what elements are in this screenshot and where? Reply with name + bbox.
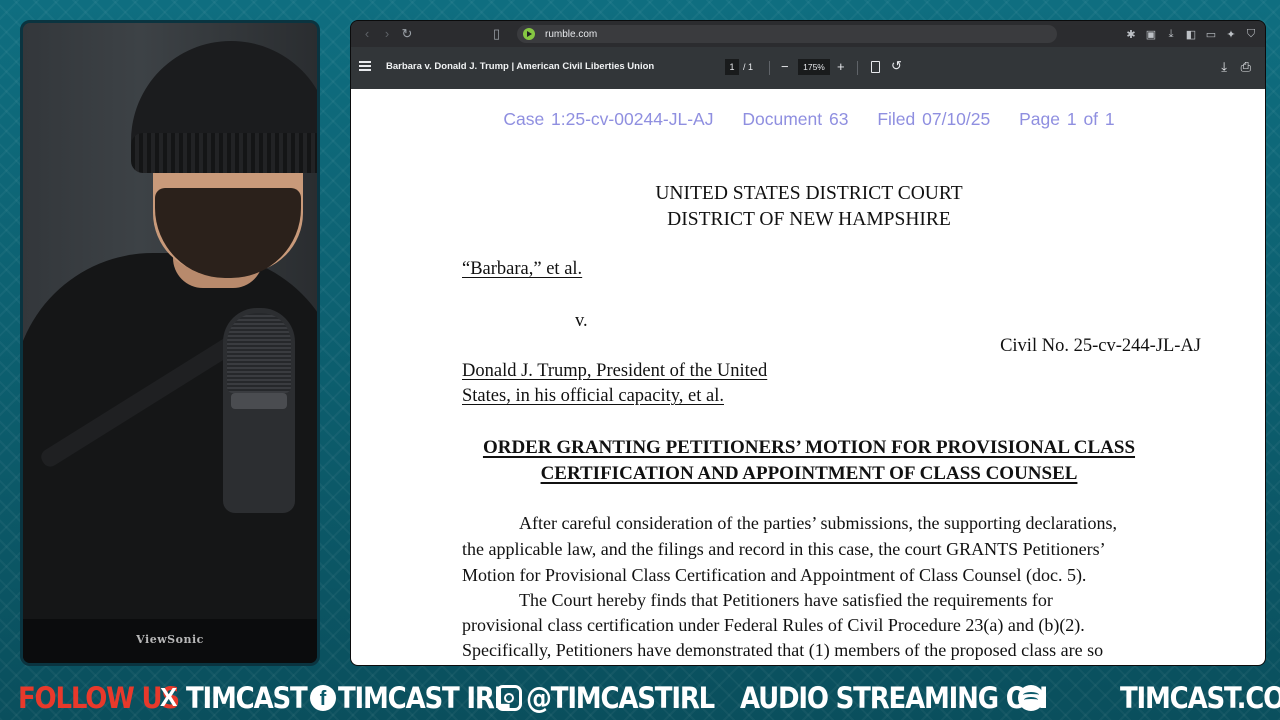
address-bar: ‹ › ↻ ▯ rumble.com ✱ ▣ ⤓ ◧ ▭ ✦ ⛉ <box>351 21 1265 47</box>
pdf-title: Barbara v. Donald J. Trump | American Ci… <box>386 61 655 72</box>
wallet-icon[interactable]: ▭ <box>1205 28 1217 41</box>
body-line: Specifically, Petitioners have demonstra… <box>462 640 1104 660</box>
reload-icon[interactable]: ↻ <box>397 21 417 47</box>
order-heading: ORDER GRANTING PETITIONERS’ MOTION FOR P… <box>351 435 1265 487</box>
x-handle: TIMCAST <box>186 682 308 716</box>
stamp-document: Document 63 <box>742 109 849 129</box>
stamp-page: Page 1 of 1 <box>1019 109 1115 129</box>
pdf-toolbar: Barbara v. Donald J. Trump | American Ci… <box>351 47 1265 89</box>
ai-icon[interactable]: ✦ <box>1225 28 1237 41</box>
tab-search-icon[interactable]: ▣ <box>1145 28 1157 41</box>
defendant-line-2: States, in his official capacity, et al. <box>462 386 724 406</box>
rumble-icon <box>523 28 535 40</box>
bookmark-icon[interactable]: ▯ <box>493 21 500 47</box>
microphone-grill <box>227 313 291 393</box>
civil-number: Civil No. 25-cv-244-JL-AJ <box>1000 336 1201 356</box>
stamp-case: Case 1:25-cv-00244-JL-AJ <box>503 109 714 129</box>
social-banner: FOLLOW US X TIMCAST f TIMCAST IRL @TIMCA… <box>0 676 1280 720</box>
downloads-icon[interactable]: ⤓ <box>1165 28 1177 41</box>
browser-window: ‹ › ↻ ▯ rumble.com ✱ ▣ ⤓ ◧ ▭ ✦ ⛉ Barbara… <box>350 20 1266 666</box>
facebook-handle: TIMCAST IRL <box>338 682 510 716</box>
body-line: the applicable law, and the filings and … <box>462 539 1106 559</box>
toolbar-divider <box>857 61 858 75</box>
microphone-ring <box>231 393 287 409</box>
defendant-line-1: Donald J. Trump, President of the United <box>462 361 768 381</box>
body-line: After careful consideration of the parti… <box>519 513 1117 533</box>
toolbar-divider <box>769 61 770 75</box>
zoom-out-icon[interactable]: − <box>781 58 789 76</box>
shield-icon[interactable]: ⛉ <box>1245 28 1257 41</box>
extensions-icon[interactable]: ✱ <box>1125 28 1137 41</box>
fit-page-icon[interactable] <box>871 61 880 73</box>
page-number-input[interactable]: 1 <box>725 59 739 75</box>
website-label: TIMCAST.COM <box>1120 682 1280 716</box>
host-beanie-rib <box>131 133 317 173</box>
audio-streaming-label: AUDIO STREAMING ON <box>740 682 1048 716</box>
case-stamp: Case 1:25-cv-00244-JL-AJ Document 63 Fil… <box>351 109 1265 130</box>
body-line: The Court hereby finds that Petitioners … <box>519 590 1053 610</box>
stamp-filed: Filed 07/10/25 <box>877 109 991 129</box>
heading-line-1: ORDER GRANTING PETITIONERS’ MOTION FOR P… <box>482 437 1136 458</box>
court-line-1: UNITED STATES DISTRICT COURT <box>655 183 963 204</box>
court-name: UNITED STATES DISTRICT COURT DISTRICT OF… <box>351 181 1265 233</box>
sidebar-icon[interactable]: ◧ <box>1185 28 1197 41</box>
rotate-icon[interactable]: ↺ <box>891 56 902 76</box>
chevron-left-icon[interactable]: ‹ <box>357 21 377 47</box>
zoom-in-icon[interactable]: + <box>837 58 845 76</box>
court-line-2: DISTRICT OF NEW HAMPSHIRE <box>667 209 951 230</box>
instagram-icon <box>496 685 522 711</box>
chevron-right-icon[interactable]: › <box>377 21 397 47</box>
x-icon: X <box>160 682 178 712</box>
versus: v. <box>575 311 588 331</box>
menu-icon[interactable] <box>359 61 371 71</box>
plaintiff: “Barbara,” et al. <box>462 259 583 279</box>
pdf-page: Case 1:25-cv-00244-JL-AJ Document 63 Fil… <box>351 89 1265 665</box>
url-field[interactable]: rumble.com <box>517 25 1057 43</box>
extension-toolbar: ✱ ▣ ⤓ ◧ ▭ ✦ ⛉ <box>1125 21 1257 47</box>
body-line: provisional class certification under Fe… <box>462 615 1085 635</box>
webcam-feed: ViewSonic <box>20 20 320 666</box>
download-icon[interactable]: ⤓ <box>1221 57 1227 77</box>
url-text: rumble.com <box>545 28 598 40</box>
follow-us-label: FOLLOW US <box>18 682 180 716</box>
page-total: / 1 <box>743 62 754 72</box>
facebook-icon: f <box>310 685 336 711</box>
monitor-brand: ViewSonic <box>136 633 204 646</box>
instagram-handle: @TIMCASTIRL <box>526 682 715 716</box>
heading-line-2: CERTIFICATION AND APPOINTMENT OF CLASS C… <box>540 463 1078 484</box>
spotify-icon <box>1018 685 1044 711</box>
body-line: Motion for Provisional Class Certificati… <box>462 565 1087 585</box>
print-icon[interactable]: ⎙ <box>1241 57 1251 77</box>
zoom-input[interactable]: 175% <box>798 59 830 75</box>
